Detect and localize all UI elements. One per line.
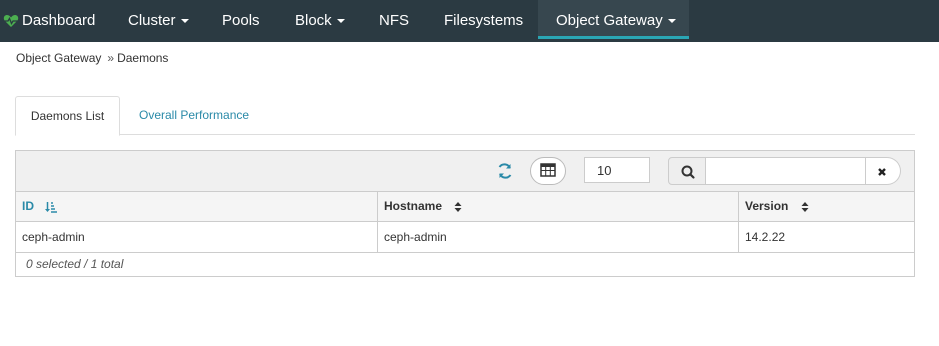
breadcrumb-current: Daemons — [117, 51, 169, 65]
tab-bar: Daemons List Overall Performance — [15, 96, 915, 136]
daemons-table: ID Hostname Version — [15, 150, 915, 277]
top-navbar: Dashboard Cluster Pools Block NFS Filesy… — [0, 0, 939, 42]
nav-object-gateway[interactable]: Object Gateway — [538, 0, 689, 39]
column-header-id[interactable]: ID — [16, 192, 377, 221]
nav-block[interactable]: Block — [295, 0, 345, 42]
nav-object-gateway-label: Object Gateway — [556, 12, 663, 29]
nav-nfs-label: NFS — [379, 12, 409, 29]
nav-cluster[interactable]: Cluster — [128, 0, 189, 42]
search-group — [668, 157, 901, 186]
nav-block-label: Block — [295, 12, 332, 29]
table-footer-status: 0 selected / 1 total — [16, 253, 914, 276]
clear-search-button[interactable] — [866, 157, 901, 185]
breadcrumb-separator: » — [107, 51, 115, 65]
column-header-version[interactable]: Version — [738, 192, 914, 221]
table-icon — [540, 163, 556, 177]
nav-filesystems[interactable]: Filesystems — [444, 0, 523, 42]
refresh-button[interactable] — [490, 158, 520, 184]
caret-down-icon — [336, 19, 345, 24]
nav-nfs[interactable]: NFS — [379, 0, 409, 42]
cell-hostname: ceph-admin — [377, 222, 738, 252]
breadcrumb: Object Gateway » Daemons — [16, 51, 168, 65]
table-header-row: ID Hostname Version — [16, 192, 914, 222]
nav-pools[interactable]: Pools — [222, 0, 260, 42]
column-header-hostname[interactable]: Hostname — [377, 192, 738, 221]
table-row[interactable]: ceph-admin ceph-admin 14.2.22 — [16, 222, 914, 253]
sort-icon — [801, 201, 809, 212]
breadcrumb-parent[interactable]: Object Gateway — [16, 51, 101, 65]
cell-id: ceph-admin — [22, 230, 85, 244]
tab-overall-performance[interactable]: Overall Performance — [139, 96, 249, 134]
search-icon — [681, 165, 695, 179]
caret-down-icon — [180, 19, 189, 24]
caret-down-icon — [667, 19, 676, 24]
search-addon — [668, 157, 706, 185]
column-header-hostname-label: Hostname — [384, 199, 443, 213]
column-header-id-label: ID — [22, 199, 34, 213]
close-icon — [878, 168, 886, 176]
nav-dashboard[interactable]: Dashboard — [0, 0, 110, 42]
refresh-icon — [498, 163, 512, 179]
columns-toggle-button[interactable] — [530, 157, 566, 185]
nav-pools-label: Pools — [222, 12, 260, 29]
search-input[interactable] — [706, 157, 866, 185]
table-toolbar — [16, 151, 914, 192]
nav-dashboard-label: Dashboard — [22, 12, 96, 29]
cell-version: 14.2.22 — [738, 222, 914, 252]
nav-cluster-label: Cluster — [128, 12, 176, 29]
page-limit-input[interactable] — [584, 157, 650, 183]
heartbeat-icon — [3, 14, 19, 27]
nav-filesystems-label: Filesystems — [444, 12, 524, 29]
sort-ascending-icon — [45, 201, 58, 213]
sort-icon — [454, 201, 462, 212]
tab-daemons-list[interactable]: Daemons List — [15, 96, 120, 136]
column-header-version-label: Version — [745, 199, 789, 213]
